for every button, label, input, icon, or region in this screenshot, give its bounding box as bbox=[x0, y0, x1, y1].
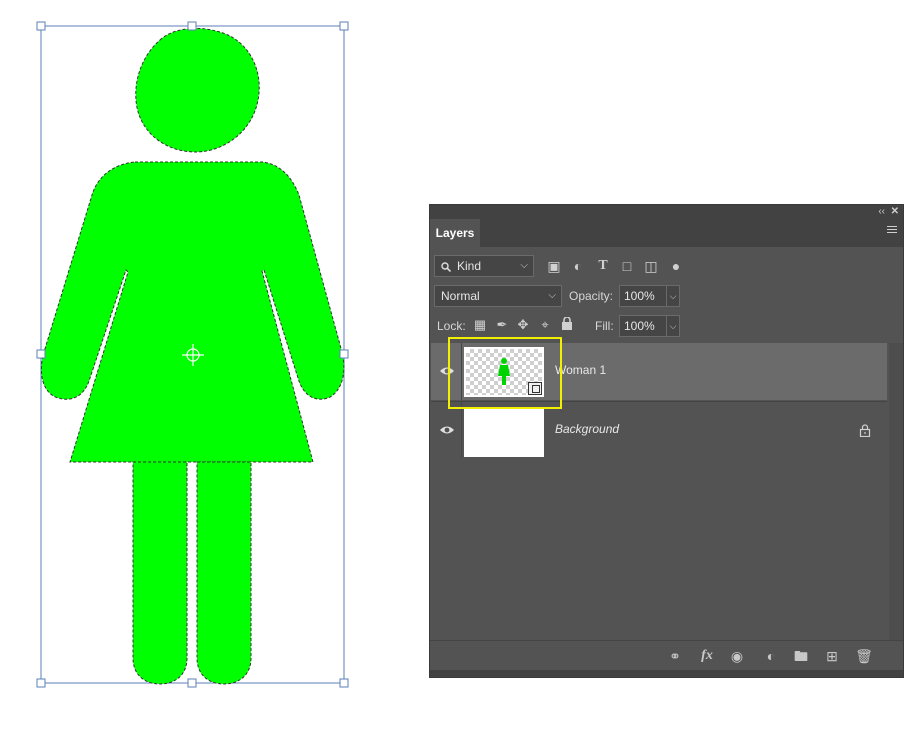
resize-grip[interactable] bbox=[430, 670, 903, 677]
layer-row-background[interactable]: Background bbox=[431, 401, 887, 458]
kind-filter-label: Kind bbox=[457, 259, 482, 273]
shape-filter-icon[interactable]: □ bbox=[619, 258, 635, 274]
woman-body bbox=[40, 161, 345, 463]
opacity-label: Opacity: bbox=[569, 289, 614, 303]
woman-head bbox=[135, 27, 260, 153]
handle-bottom-right[interactable] bbox=[339, 678, 349, 688]
handle-bottom-center[interactable] bbox=[187, 678, 197, 688]
panel-menu-icon[interactable] bbox=[887, 226, 897, 235]
layers-scrollbar[interactable] bbox=[889, 343, 903, 641]
canvas-figure bbox=[36, 21, 349, 688]
lock-transparent-pixels-icon[interactable]: ▦ bbox=[472, 317, 488, 333]
blend-row: Normal ⌵ Opacity: 100% ⌵ bbox=[430, 285, 903, 309]
woman-left-leg bbox=[132, 461, 188, 685]
panel-footer: ⚭ fx ◉ ◐ 🖿 ⊞ 🗑 bbox=[430, 640, 903, 677]
search-icon bbox=[441, 262, 451, 272]
panel-tab-bar: Layers bbox=[430, 219, 903, 247]
lock-row: Lock: ▦ ✒ ✥ ⌖ Fill: 100% ⌵ bbox=[430, 315, 903, 339]
blend-mode-value: Normal bbox=[441, 289, 480, 303]
smart-object-badge-icon bbox=[528, 382, 542, 395]
delete-layer-icon[interactable]: 🗑 bbox=[855, 647, 873, 665]
handle-top-right[interactable] bbox=[339, 21, 349, 31]
woman-thumbnail-icon bbox=[498, 358, 510, 385]
image-filter-icon[interactable]: ▣ bbox=[546, 258, 562, 274]
lock-label: Lock: bbox=[437, 319, 466, 333]
eye-separator bbox=[461, 402, 462, 458]
adjustment-filter-icon[interactable]: ◐ bbox=[570, 258, 586, 274]
handle-bottom-left[interactable] bbox=[36, 678, 46, 688]
chevron-down-icon: ⌵ bbox=[548, 290, 556, 301]
new-layer-icon[interactable]: ⊞ bbox=[823, 647, 841, 665]
fill-dropdown-icon[interactable]: ⌵ bbox=[666, 315, 680, 337]
opacity-dropdown-icon[interactable]: ⌵ bbox=[666, 285, 680, 307]
new-group-icon[interactable]: 🖿 bbox=[792, 647, 810, 665]
panel-title-bar[interactable]: ‹‹ ✕ bbox=[430, 205, 903, 219]
filter-toggle-icon[interactable]: ● bbox=[668, 258, 684, 274]
layer-lock-icon[interactable] bbox=[859, 424, 871, 437]
layer-row-woman-1[interactable]: Woman 1 bbox=[431, 343, 887, 400]
visibility-eye-icon[interactable] bbox=[439, 365, 455, 377]
layer-name[interactable]: Woman 1 bbox=[555, 363, 606, 377]
woman-right-leg bbox=[196, 461, 252, 685]
type-filter-icon[interactable]: T bbox=[595, 258, 611, 274]
fill-input[interactable]: 100% bbox=[619, 315, 667, 337]
handle-middle-right[interactable] bbox=[339, 349, 349, 359]
filter-row: Kind ⌵ ▣ ◐ T □ ◫ ● bbox=[430, 255, 903, 279]
lock-artboard-icon[interactable]: ⌖ bbox=[537, 317, 553, 333]
adjustment-layer-icon[interactable]: ◐ bbox=[762, 647, 780, 665]
fill-label: Fill: bbox=[595, 319, 614, 333]
smart-object-filter-icon[interactable]: ◫ bbox=[643, 258, 659, 274]
lock-all-icon[interactable] bbox=[559, 316, 575, 333]
opacity-input[interactable]: 100% bbox=[619, 285, 667, 307]
chevron-down-icon: ⌵ bbox=[520, 260, 528, 271]
link-layers-icon[interactable]: ⚭ bbox=[666, 647, 684, 665]
collapse-panel-icon[interactable]: ‹‹ bbox=[878, 205, 885, 219]
layer-name[interactable]: Background bbox=[555, 422, 619, 436]
lock-position-icon[interactable]: ✥ bbox=[515, 317, 531, 333]
handle-top-left[interactable] bbox=[36, 21, 46, 31]
lock-image-pixels-icon[interactable]: ✒ bbox=[494, 317, 510, 333]
layer-thumbnail[interactable] bbox=[464, 347, 544, 397]
kind-filter-dropdown[interactable]: Kind ⌵ bbox=[434, 255, 534, 277]
layer-thumbnail[interactable] bbox=[464, 407, 544, 457]
handle-middle-left[interactable] bbox=[36, 349, 46, 359]
tab-layers[interactable]: Layers bbox=[430, 219, 480, 247]
layer-style-fx-icon[interactable]: fx bbox=[698, 647, 716, 665]
blend-mode-dropdown[interactable]: Normal ⌵ bbox=[434, 285, 562, 307]
eye-separator bbox=[461, 343, 462, 400]
visibility-eye-icon[interactable] bbox=[439, 424, 455, 436]
layers-panel: ‹‹ ✕ Layers Kind ⌵ ▣ ◐ T □ ◫ ● Normal ⌵ … bbox=[429, 204, 904, 678]
close-panel-icon[interactable]: ✕ bbox=[891, 205, 899, 219]
add-mask-icon[interactable]: ◉ bbox=[728, 647, 746, 665]
handle-top-center[interactable] bbox=[187, 21, 197, 31]
